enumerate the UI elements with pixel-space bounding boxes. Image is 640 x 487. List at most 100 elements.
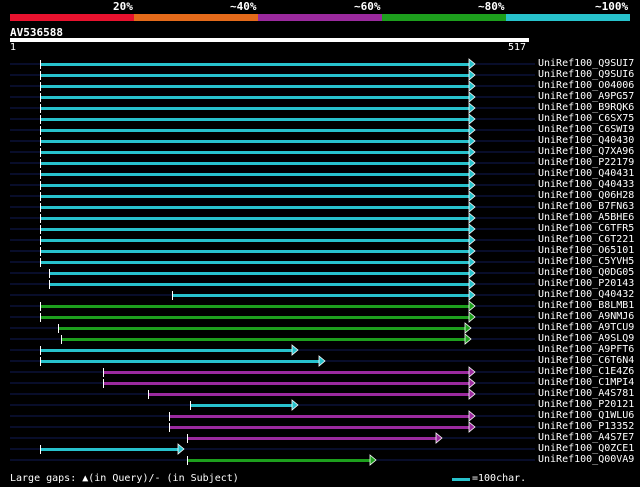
- hit-bar[interactable]: [40, 107, 470, 110]
- hit-start-tick: [40, 104, 41, 113]
- hit-bar[interactable]: [190, 404, 293, 407]
- hit-label[interactable]: UniRef100_A5BHE6: [538, 212, 634, 223]
- hit-bar[interactable]: [40, 316, 470, 319]
- hit-bar[interactable]: [40, 228, 470, 231]
- hit-bar[interactable]: [40, 448, 179, 451]
- hit-label[interactable]: UniRef100_Q9SUI6: [538, 69, 634, 80]
- hit-label[interactable]: UniRef100_B7FN63: [538, 201, 634, 212]
- hit-bar[interactable]: [58, 327, 466, 330]
- hit-bar[interactable]: [40, 195, 470, 198]
- hit-bar[interactable]: [40, 96, 470, 99]
- hit-label[interactable]: UniRef100_C6TFR5: [538, 223, 634, 234]
- hit-label[interactable]: UniRef100_P22179: [538, 157, 634, 168]
- hit-bar[interactable]: [187, 437, 437, 440]
- hit-end-arrow: [468, 267, 476, 279]
- hit-end-arrow: [291, 344, 299, 356]
- hit-label[interactable]: UniRef100_A9NMJ6: [538, 311, 634, 322]
- hit-label[interactable]: UniRef100_A4S781: [538, 388, 634, 399]
- hit-label[interactable]: UniRef100_O65101: [538, 245, 634, 256]
- hit-label[interactable]: UniRef100_Q00VA9: [538, 454, 634, 465]
- hit-bar[interactable]: [40, 85, 470, 88]
- hit-end-arrow: [468, 135, 476, 147]
- hit-label[interactable]: UniRef100_O04006: [538, 80, 634, 91]
- hit-bar[interactable]: [40, 162, 470, 165]
- hit-bar[interactable]: [49, 272, 470, 275]
- hit-bar[interactable]: [40, 118, 470, 121]
- hit-label[interactable]: UniRef100_Q7XA96: [538, 146, 634, 157]
- hit-bar[interactable]: [40, 74, 470, 77]
- hit-label[interactable]: UniRef100_Q06H28: [538, 190, 634, 201]
- hit-label[interactable]: UniRef100_A4S7E7: [538, 432, 634, 443]
- hit-bar[interactable]: [40, 217, 470, 220]
- hit-end-arrow: [468, 311, 476, 323]
- hit-label[interactable]: UniRef100_Q40432: [538, 289, 634, 300]
- hit-label[interactable]: UniRef100_Q1WLU6: [538, 410, 634, 421]
- hit-label[interactable]: UniRef100_Q40433: [538, 179, 634, 190]
- hit-bar[interactable]: [40, 239, 470, 242]
- hit-start-tick: [40, 170, 41, 179]
- hit-bar[interactable]: [40, 129, 470, 132]
- hit-label[interactable]: UniRef100_A9PFT6: [538, 344, 634, 355]
- hit-label[interactable]: UniRef100_P20121: [538, 399, 634, 410]
- hit-label[interactable]: UniRef100_C6SX75: [538, 113, 634, 124]
- hit-end-arrow: [468, 366, 476, 378]
- hit-bar[interactable]: [40, 151, 470, 154]
- hit-label[interactable]: UniRef100_Q0ZCE1: [538, 443, 634, 454]
- hit-label[interactable]: UniRef100_B8LMB1: [538, 300, 634, 311]
- hit-bar[interactable]: [103, 371, 470, 374]
- hit-bar[interactable]: [61, 338, 466, 341]
- hit-label[interactable]: UniRef100_P13352: [538, 421, 634, 432]
- hit-start-tick: [187, 456, 188, 465]
- hit-bar[interactable]: [40, 173, 470, 176]
- hit-bar[interactable]: [40, 206, 470, 209]
- hit-start-tick: [40, 148, 41, 157]
- hit-label[interactable]: UniRef100_C6T6N4: [538, 355, 634, 366]
- hit-bar[interactable]: [49, 283, 470, 286]
- hit-end-arrow: [435, 432, 443, 444]
- hit-label[interactable]: UniRef100_C6SWI9: [538, 124, 634, 135]
- hit-bar[interactable]: [40, 360, 320, 363]
- hit-label[interactable]: UniRef100_A9PG57: [538, 91, 634, 102]
- hit-label[interactable]: UniRef100_C1MPI4: [538, 377, 634, 388]
- hit-bar[interactable]: [40, 63, 470, 66]
- hit-end-arrow: [318, 355, 326, 367]
- hit-label[interactable]: UniRef100_Q40430: [538, 135, 634, 146]
- hit-end-arrow: [468, 212, 476, 224]
- hit-bar[interactable]: [40, 250, 470, 253]
- hit-start-tick: [103, 368, 104, 377]
- hit-bar[interactable]: [40, 261, 470, 264]
- hit-bar[interactable]: [187, 459, 371, 462]
- hit-bar[interactable]: [40, 349, 293, 352]
- hit-label[interactable]: UniRef100_C1E4Z6: [538, 366, 634, 377]
- hit-end-arrow: [468, 278, 476, 290]
- hit-start-tick: [58, 324, 59, 333]
- hit-end-arrow: [468, 289, 476, 301]
- hit-start-tick: [187, 434, 188, 443]
- hit-bar[interactable]: [40, 305, 470, 308]
- hit-end-arrow: [464, 333, 472, 345]
- hit-bar[interactable]: [169, 426, 470, 429]
- hit-end-arrow: [468, 245, 476, 257]
- hit-start-tick: [61, 335, 62, 344]
- hit-bar[interactable]: [103, 382, 470, 385]
- hit-start-tick: [169, 412, 170, 421]
- hit-label[interactable]: UniRef100_A9TCU9: [538, 322, 634, 333]
- hit-end-arrow: [468, 69, 476, 81]
- hit-label[interactable]: UniRef100_A9SLQ9: [538, 333, 634, 344]
- hit-label[interactable]: UniRef100_C6T221: [538, 234, 634, 245]
- hit-end-arrow: [468, 223, 476, 235]
- hit-end-arrow: [468, 58, 476, 70]
- hit-label[interactable]: UniRef100_Q0DG05: [538, 267, 634, 278]
- hit-bar[interactable]: [148, 393, 470, 396]
- hit-bar[interactable]: [169, 415, 470, 418]
- hit-label[interactable]: UniRef100_B9RQK6: [538, 102, 634, 113]
- hit-bar[interactable]: [172, 294, 470, 297]
- hit-label[interactable]: UniRef100_C5YVH5: [538, 256, 634, 267]
- hit-bar[interactable]: [40, 184, 470, 187]
- hit-label[interactable]: UniRef100_P20143: [538, 278, 634, 289]
- hit-bar[interactable]: [40, 140, 470, 143]
- hit-label[interactable]: UniRef100_Q9SUI7: [538, 58, 634, 69]
- hit-label[interactable]: UniRef100_Q40431: [538, 168, 634, 179]
- hit-start-tick: [40, 93, 41, 102]
- hit-start-tick: [40, 214, 41, 223]
